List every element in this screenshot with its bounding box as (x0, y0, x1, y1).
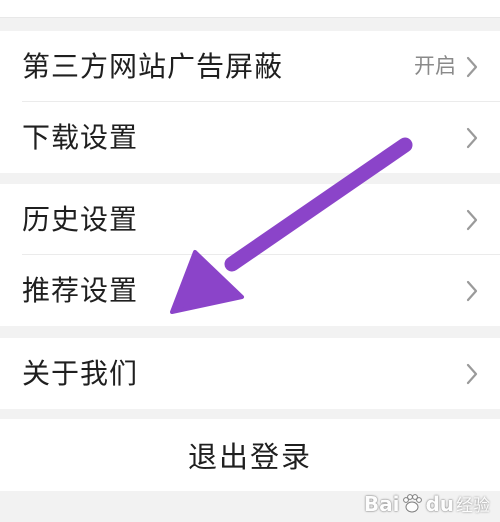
settings-item-label: 第三方网站广告屏蔽 (22, 49, 284, 83)
settings-item-trailing (466, 209, 478, 231)
settings-item-trailing (466, 363, 478, 385)
settings-group-1: 第三方网站广告屏蔽 开启 下载设置 (0, 31, 500, 173)
top-card-edge (0, 0, 500, 18)
settings-item-ad-block[interactable]: 第三方网站广告屏蔽 开启 (0, 31, 500, 102)
settings-group-2: 历史设置 推荐设置 (0, 184, 500, 326)
settings-group-3: 关于我们 (0, 338, 500, 409)
settings-item-label: 推荐设置 (22, 273, 139, 307)
settings-item-about[interactable]: 关于我们 (0, 338, 500, 409)
watermark-brand-2: du (425, 491, 454, 516)
settings-item-trailing (466, 280, 478, 302)
logout-label: 退出登录 (187, 440, 312, 474)
settings-item-history[interactable]: 历史设置 (0, 184, 500, 255)
chevron-right-icon (466, 280, 478, 301)
watermark-brand: Bai (363, 491, 400, 516)
chevron-right-icon (466, 363, 478, 384)
settings-item-label: 下载设置 (22, 120, 139, 154)
ad-block-status: 开启 (414, 54, 456, 78)
settings-item-label: 关于我们 (22, 356, 139, 390)
settings-item-recommend[interactable]: 推荐设置 (0, 255, 500, 326)
chevron-right-icon (466, 56, 478, 77)
settings-item-trailing (466, 127, 478, 149)
chevron-right-icon (466, 127, 478, 148)
chevron-right-icon (466, 209, 478, 230)
watermark-sub: 经验 (456, 496, 490, 516)
logout-button[interactable]: 退出登录 (0, 419, 500, 491)
settings-item-download[interactable]: 下载设置 (0, 102, 500, 173)
settings-item-label: 历史设置 (22, 202, 139, 236)
settings-item-trailing: 开启 (414, 56, 478, 78)
paw-icon (403, 493, 423, 512)
baidu-jingyan-watermark: Bai du 经验 (363, 491, 490, 517)
